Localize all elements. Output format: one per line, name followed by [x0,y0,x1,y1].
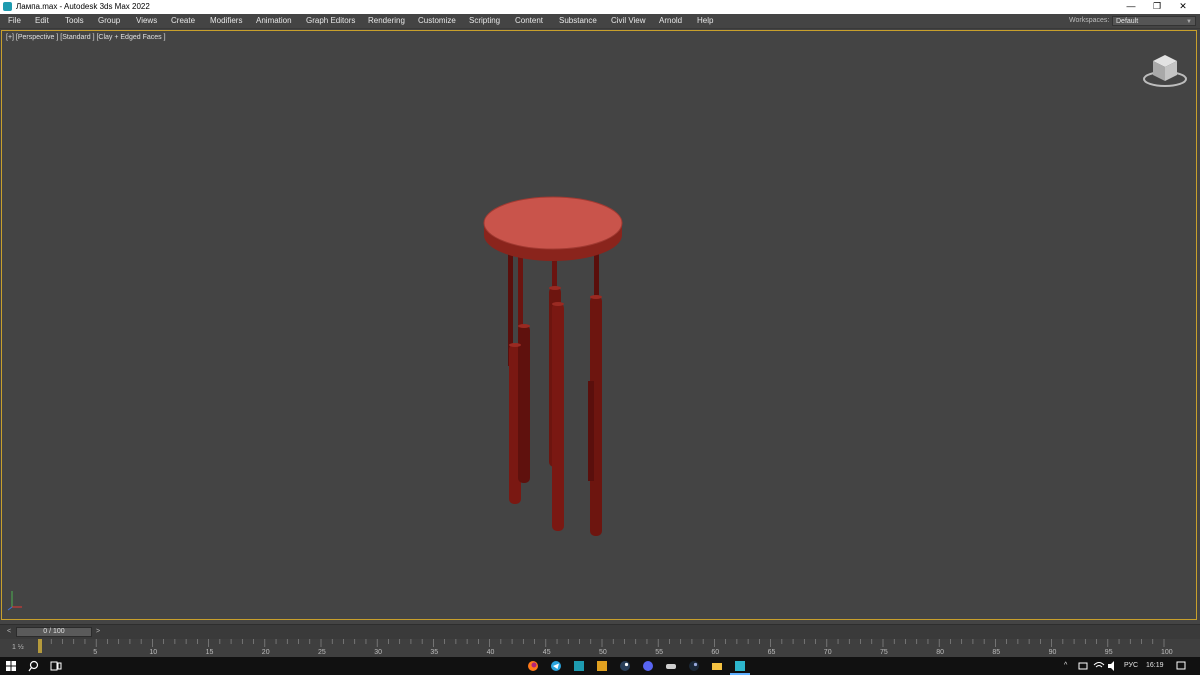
frame-tick-label: 100 [1161,649,1173,656]
frame-tick-label: 10 [149,649,157,656]
steam-alt-icon[interactable] [688,660,700,672]
3dsmax-active-icon[interactable] [734,660,746,672]
axis-tripod-icon [7,591,22,611]
tube-4 [552,303,564,531]
time-prev-button[interactable]: < [4,627,14,637]
menu-edit[interactable]: Edit [30,14,54,28]
menu-animation[interactable]: Animation [251,14,297,28]
menu-file[interactable]: File [3,14,26,28]
frame-tick-label: 75 [880,649,888,656]
firefox-icon[interactable] [527,660,539,672]
frame-tick-label: 5 [93,649,97,656]
frame-tick-label: 40 [487,649,495,656]
wifi-icon[interactable] [1093,660,1105,672]
app-icon [3,2,12,11]
3dsmax-icon[interactable] [573,660,585,672]
frame-tick-label: 45 [543,649,551,656]
menu-civil-view[interactable]: Civil View [606,14,651,28]
workspace-value: Default [1116,18,1139,25]
frame-tick-label: 90 [1049,649,1057,656]
frame-tick-label: 20 [262,649,270,656]
tube-6 [588,381,594,481]
frame-tick-label: 80 [936,649,944,656]
viewport-label[interactable]: [+] [Perspective ] [Standard ] [Clay + E… [6,34,166,41]
frame-tick-label: 65 [768,649,776,656]
windows-start-icon[interactable] [5,660,17,672]
track-corner-label: 1 ½ [12,644,24,651]
network-icon[interactable] [1077,660,1089,672]
frame-tick-label: 35 [430,649,438,656]
close-button[interactable]: ✕ [1170,0,1196,14]
rod-2 [518,251,523,331]
menu-rendering[interactable]: Rendering [363,14,410,28]
tube-2 [518,325,530,483]
discord-icon[interactable] [642,660,654,672]
menu-graph-editors[interactable]: Graph Editors [301,14,360,28]
frame-tick-label: 70 [824,649,832,656]
frame-ruler[interactable]: 5 10 15 20 25 30 35 40 45 50 55 60 65 70 75 80 85 90 95 100 [0,639,1200,657]
menu-group[interactable]: Group [93,14,125,28]
title-bar: Лампа.max - Autodesk 3ds Max 2022 — ❐ ✕ [0,0,1200,14]
frame-tick-label: 85 [992,649,1000,656]
menu-bar: File Edit Tools Group Views Create Modif… [0,14,1200,29]
viewcube-icon[interactable] [1140,49,1190,91]
menu-modifiers[interactable]: Modifiers [205,14,247,28]
frame-tick-label: 50 [599,649,607,656]
search-icon[interactable] [28,660,40,672]
menu-scripting[interactable]: Scripting [464,14,505,28]
frame-tick-label: 55 [655,649,663,656]
window-title: Лампа.max - Autodesk 3ds Max 2022 [16,2,150,11]
task-view-icon[interactable] [50,660,62,672]
language-indicator[interactable]: РУС [1124,657,1138,675]
tray-chevron-icon[interactable]: ^ [1064,657,1067,675]
menu-help[interactable]: Help [692,14,718,28]
clock[interactable]: 16:19 [1146,657,1164,675]
current-frame-marker[interactable] [38,639,42,653]
frame-tick-label: 95 [1105,649,1113,656]
gamepad-icon[interactable] [665,660,677,672]
menu-arnold[interactable]: Arnold [654,14,687,28]
menu-create[interactable]: Create [166,14,200,28]
menu-content[interactable]: Content [510,14,548,28]
app-orange-icon[interactable] [596,660,608,672]
menu-customize[interactable]: Customize [413,14,461,28]
perspective-viewport[interactable]: [+] [Perspective ] [Standard ] [Clay + E… [1,30,1197,620]
time-slider[interactable]: 0 / 100 [16,627,92,637]
menu-views[interactable]: Views [131,14,162,28]
frame-tick-label: 15 [206,649,214,656]
file-explorer-icon[interactable] [711,660,723,672]
menu-tools[interactable]: Tools [60,14,89,28]
time-slider-bar: < 0 / 100 > [0,624,1200,639]
time-slider-value: 0 / 100 [43,628,65,635]
volume-icon[interactable] [1107,660,1119,672]
workspaces-label: Workspaces: [1069,17,1110,24]
time-next-button[interactable]: > [93,627,103,637]
workspace-dropdown[interactable]: Default ▼ [1112,16,1196,26]
frame-tick-label: 25 [318,649,326,656]
minimize-button[interactable]: — [1118,0,1144,14]
restore-button[interactable]: ❐ [1144,0,1170,14]
disk-top [483,196,623,250]
steam-icon[interactable] [619,660,631,672]
telegram-icon[interactable] [550,660,562,672]
frame-tick-label: 30 [374,649,382,656]
track-bar[interactable]: 5 10 15 20 25 30 35 40 45 50 55 60 65 70 75 80 85 90 95 100… [0,639,1200,657]
windows-taskbar: ^ РУС 16:19 [0,657,1200,675]
notification-icon[interactable] [1175,660,1187,672]
chevron-down-icon: ▼ [1186,19,1192,25]
menu-substance[interactable]: Substance [554,14,602,28]
frame-tick-label: 60 [711,649,719,656]
lamp-model[interactable] [472,181,642,541]
